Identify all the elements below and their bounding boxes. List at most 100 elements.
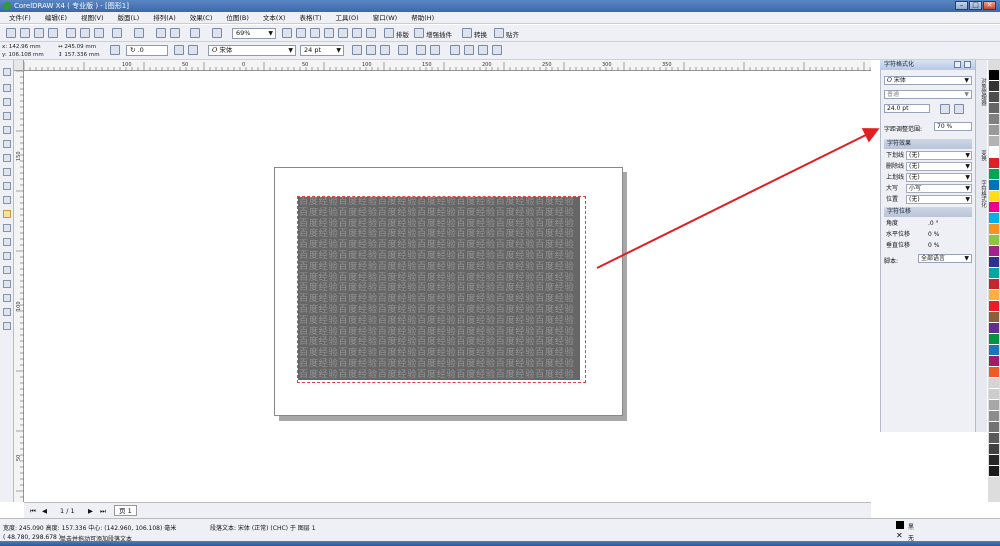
prev-page-icon[interactable]: ◀ bbox=[42, 503, 47, 519]
convert-icon[interactable] bbox=[462, 28, 472, 38]
color-swatch[interactable] bbox=[989, 246, 999, 257]
outline-pen-icon[interactable] bbox=[3, 294, 11, 302]
color-swatch[interactable] bbox=[989, 444, 999, 455]
docker-close-icon[interactable] bbox=[964, 61, 971, 68]
docker-style-combo[interactable]: 普通 ▼ bbox=[884, 90, 972, 99]
crop-tool-icon[interactable] bbox=[3, 98, 11, 106]
docker-color-icon[interactable] bbox=[954, 104, 964, 114]
position-fields[interactable]: x: 142.96 mm y: 106.108 mm bbox=[2, 43, 52, 59]
scale-lock-icon[interactable] bbox=[110, 45, 120, 55]
color-swatch[interactable] bbox=[989, 356, 999, 367]
text-tool-icon[interactable] bbox=[3, 210, 11, 218]
color-swatch[interactable] bbox=[989, 411, 999, 422]
font-size-combo[interactable]: 24 pt ▼ bbox=[300, 45, 344, 56]
zoom-page-icon[interactable] bbox=[352, 28, 362, 38]
color-swatch[interactable] bbox=[989, 92, 999, 103]
docker-font-combo[interactable]: O 宋体 ▼ bbox=[884, 76, 972, 85]
color-swatch[interactable] bbox=[989, 191, 999, 202]
edit-text-icon[interactable] bbox=[464, 45, 474, 55]
effect-value-combo[interactable]: (无) ▼ bbox=[906, 151, 972, 160]
shift-value-field[interactable]: .0 ° bbox=[928, 219, 972, 228]
color-swatch[interactable] bbox=[989, 279, 999, 290]
color-swatch[interactable] bbox=[989, 114, 999, 125]
character-format-icon[interactable] bbox=[450, 45, 460, 55]
color-swatch[interactable] bbox=[989, 334, 999, 345]
menu-item-1[interactable]: 编辑(E) bbox=[40, 12, 72, 24]
new-icon[interactable] bbox=[6, 28, 16, 38]
effect-value-combo[interactable]: 小写 ▼ bbox=[906, 184, 972, 193]
color-swatch[interactable] bbox=[989, 147, 999, 158]
color-swatch[interactable] bbox=[989, 224, 999, 235]
dropcap-icon[interactable] bbox=[430, 45, 440, 55]
polygon-tool-icon[interactable] bbox=[3, 182, 11, 190]
zoom-in-icon[interactable] bbox=[296, 28, 306, 38]
pick-tool-icon[interactable] bbox=[3, 68, 11, 76]
last-page-icon[interactable]: ⏭ bbox=[100, 503, 106, 519]
color-swatch[interactable] bbox=[989, 389, 999, 400]
maximize-button[interactable]: □ bbox=[969, 1, 982, 10]
menu-item-0[interactable]: 文件(F) bbox=[4, 12, 36, 24]
application-launcher-icon[interactable] bbox=[190, 28, 200, 38]
menu-item-11[interactable]: 帮助(H) bbox=[406, 12, 439, 24]
snap-icon[interactable] bbox=[494, 28, 504, 38]
menu-item-2[interactable]: 视图(V) bbox=[76, 12, 109, 24]
horizontal-text-icon[interactable] bbox=[478, 45, 488, 55]
shift-value-field[interactable]: 0 % bbox=[928, 241, 972, 250]
fill-tool-icon[interactable] bbox=[3, 308, 11, 316]
smart-fill-icon[interactable] bbox=[3, 140, 11, 148]
align-icon[interactable] bbox=[398, 45, 408, 55]
blend-tool-icon[interactable] bbox=[3, 266, 11, 274]
effect-value-combo[interactable]: (无) ▼ bbox=[906, 195, 972, 204]
first-page-icon[interactable]: ⏮ bbox=[30, 503, 36, 519]
menu-item-5[interactable]: 效果(C) bbox=[185, 12, 218, 24]
color-swatch[interactable] bbox=[989, 103, 999, 114]
menu-item-9[interactable]: 工具(O) bbox=[331, 12, 364, 24]
parallel-dimension-icon[interactable] bbox=[3, 238, 11, 246]
layout-plugin-icon[interactable] bbox=[384, 28, 394, 38]
bullet-icon[interactable] bbox=[416, 45, 426, 55]
color-swatch[interactable] bbox=[989, 422, 999, 433]
shift-value-field[interactable]: 0 % bbox=[928, 230, 972, 239]
open-icon[interactable] bbox=[20, 28, 30, 38]
italic-icon[interactable] bbox=[366, 45, 376, 55]
font-list-combo[interactable]: O 宋体 ▼ bbox=[208, 45, 296, 56]
effect-value-combo[interactable]: (无) ▼ bbox=[906, 173, 972, 182]
zoom-tool-icon[interactable] bbox=[282, 28, 292, 38]
color-swatch[interactable] bbox=[989, 367, 999, 378]
undo-icon[interactable] bbox=[112, 28, 122, 38]
color-swatch[interactable] bbox=[989, 268, 999, 279]
zoom-level-combo[interactable]: 69% ▼ bbox=[232, 28, 276, 39]
minimize-button[interactable]: – bbox=[955, 1, 968, 10]
copy-icon[interactable] bbox=[80, 28, 90, 38]
size-fields[interactable]: ↔ 245.09 mm ↕ 157.336 mm bbox=[58, 43, 108, 59]
menu-item-6[interactable]: 位图(B) bbox=[221, 12, 254, 24]
next-page-icon[interactable]: ▶ bbox=[88, 503, 93, 519]
basic-shapes-icon[interactable] bbox=[3, 196, 11, 204]
zoom-width-icon[interactable] bbox=[366, 28, 376, 38]
freehand-tool-icon[interactable] bbox=[3, 126, 11, 134]
shift-section-header[interactable]: 字符位移 bbox=[884, 207, 972, 217]
save-icon[interactable] bbox=[34, 28, 44, 38]
connector-tool-icon[interactable] bbox=[3, 252, 11, 260]
welcome-icon[interactable] bbox=[212, 28, 222, 38]
vertical-text-icon[interactable] bbox=[492, 45, 502, 55]
color-swatch[interactable] bbox=[989, 301, 999, 312]
menu-item-10[interactable]: 窗口(W) bbox=[368, 12, 403, 24]
cut-icon[interactable] bbox=[66, 28, 76, 38]
zoom-tool-icon[interactable] bbox=[3, 112, 11, 120]
paste-icon[interactable] bbox=[94, 28, 104, 38]
layout-button[interactable]: 排版 bbox=[396, 29, 409, 39]
height-field[interactable]: ↕ 157.336 mm bbox=[58, 51, 108, 59]
interactive-fill-icon[interactable] bbox=[3, 322, 11, 330]
mirror-v-icon[interactable] bbox=[188, 45, 198, 55]
color-swatch[interactable] bbox=[989, 202, 999, 213]
page-tab[interactable]: 页 1 bbox=[114, 505, 137, 516]
zoom-all-icon[interactable] bbox=[338, 28, 348, 38]
tab-transform[interactable]: 变换 bbox=[978, 150, 986, 161]
enhance-plugin-button[interactable]: 增强插件 bbox=[426, 29, 452, 39]
vertical-ruler[interactable]: 150 100 50 bbox=[14, 70, 24, 502]
effect-value-combo[interactable]: (无) ▼ bbox=[906, 162, 972, 171]
color-swatch[interactable] bbox=[989, 125, 999, 136]
menu-item-8[interactable]: 表格(T) bbox=[294, 12, 326, 24]
color-swatch[interactable] bbox=[989, 345, 999, 356]
